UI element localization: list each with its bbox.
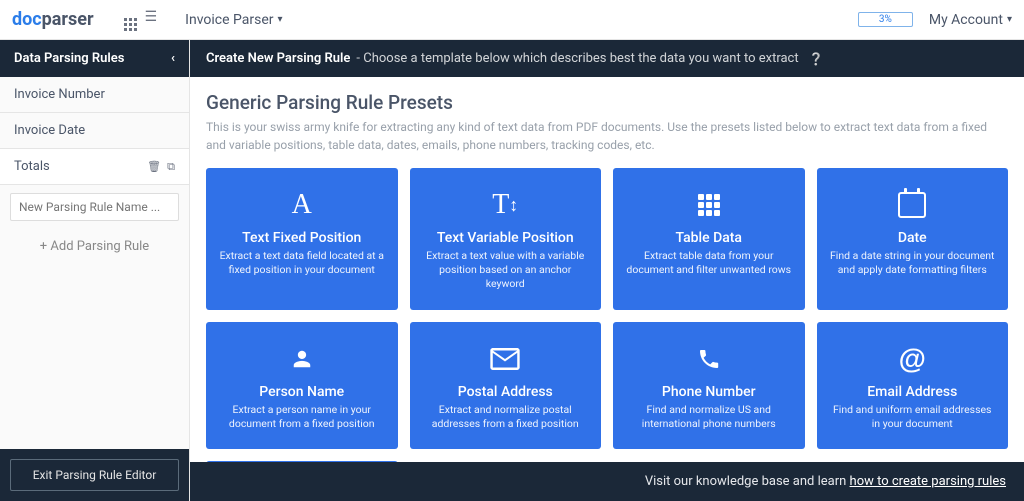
footer-text: Visit our knowledge base and learn <box>645 474 850 489</box>
logo-doc-part: doc <box>12 9 42 30</box>
preset-postal[interactable]: Postal Address Extract and normalize pos… <box>410 322 602 449</box>
help-icon[interactable]: ❔ <box>809 52 824 66</box>
content: Generic Parsing Rule Presets This is you… <box>190 77 1024 462</box>
grid-icon <box>698 188 720 222</box>
logo-parser-part: parser <box>42 9 94 30</box>
card-title: Postal Address <box>458 384 553 400</box>
chevron-left-icon: ‹ <box>171 51 175 66</box>
subheader-desc: - Choose a template below which describe… <box>356 51 798 66</box>
logo[interactable]: docparser <box>12 9 94 30</box>
footer: Visit our knowledge base and learn how t… <box>190 462 1024 501</box>
card-desc: Extract table data from your document an… <box>625 249 793 277</box>
section-title: Generic Parsing Rule Presets <box>206 91 1008 114</box>
letter-a-icon: A <box>292 188 312 222</box>
card-desc: Find a date string in your document and … <box>829 249 997 277</box>
parser-dropdown[interactable]: Invoice Parser ▾ <box>185 12 282 28</box>
card-desc: Extract a person name in your document f… <box>218 403 386 431</box>
list-view-icon[interactable]: ☰ <box>145 9 158 31</box>
new-rule-input[interactable] <box>10 193 179 221</box>
parser-name: Invoice Parser <box>185 12 273 28</box>
page-body: Data Parsing Rules ‹ Invoice Number Invo… <box>0 40 1024 501</box>
topbar-right: 3% My Account ▾ <box>858 12 1012 28</box>
card-title: Date <box>898 230 927 246</box>
phone-icon <box>697 342 721 376</box>
at-sign-icon: @ <box>899 342 926 376</box>
topbar: docparser ☰ Invoice Parser ▾ 3% My Accou… <box>0 0 1024 40</box>
sidebar-item-label: Totals <box>14 159 50 174</box>
card-title: Phone Number <box>662 384 756 400</box>
preset-email[interactable]: @ Email Address Find and uniform email a… <box>817 322 1009 449</box>
card-title: Text Variable Position <box>437 230 574 246</box>
preset-text-fixed[interactable]: A Text Fixed Position Extract a text dat… <box>206 168 398 310</box>
section-desc: This is your swiss army knife for extrac… <box>206 118 1006 154</box>
sidebar-rule-item[interactable]: Invoice Date <box>0 113 189 149</box>
delete-icon[interactable]: 🗑 <box>147 160 161 174</box>
card-title: Person Name <box>259 384 344 400</box>
sidebar-header[interactable]: Data Parsing Rules ‹ <box>0 40 189 77</box>
card-desc: Extract and normalize postal addresses f… <box>422 403 590 431</box>
preset-table[interactable]: Table Data Extract table data from your … <box>613 168 805 310</box>
card-desc: Extract a text data field located at a f… <box>218 249 386 277</box>
card-title: Table Data <box>676 230 742 246</box>
subheader-title: Create New Parsing Rule <box>206 51 350 66</box>
envelope-icon <box>490 342 520 376</box>
card-desc: Extract a text value with a variable pos… <box>422 249 590 292</box>
sidebar: Data Parsing Rules ‹ Invoice Number Invo… <box>0 40 190 501</box>
card-title: Email Address <box>867 384 957 400</box>
new-rule-input-wrap <box>0 185 189 229</box>
preset-grid: A Text Fixed Position Extract a text dat… <box>206 168 1008 462</box>
sidebar-item-label: Invoice Number <box>14 87 105 102</box>
sidebar-rule-item-active[interactable]: Totals 🗑 ⧉ <box>0 149 189 185</box>
view-toggle: ☰ <box>124 9 158 31</box>
duplicate-icon[interactable]: ⧉ <box>167 160 175 174</box>
sidebar-footer: Exit Parsing Rule Editor <box>0 449 189 501</box>
caret-down-icon: ▾ <box>278 14 283 25</box>
setup-progress-badge[interactable]: 3% <box>858 12 913 27</box>
person-icon <box>291 342 313 376</box>
account-dropdown[interactable]: My Account ▾ <box>929 12 1012 28</box>
preset-date[interactable]: Date Find a date string in your document… <box>817 168 1009 310</box>
main: Create New Parsing Rule - Choose a templ… <box>190 40 1024 501</box>
sidebar-item-label: Invoice Date <box>14 123 85 138</box>
card-title: Text Fixed Position <box>242 230 361 246</box>
exit-editor-button[interactable]: Exit Parsing Rule Editor <box>10 459 179 491</box>
card-desc: Find and normalize US and international … <box>625 403 793 431</box>
sidebar-rule-item[interactable]: Invoice Number <box>0 77 189 113</box>
subheader: Create New Parsing Rule - Choose a templ… <box>190 40 1024 77</box>
account-label: My Account <box>929 12 1003 28</box>
calendar-icon <box>898 188 926 222</box>
preset-phone[interactable]: Phone Number Find and normalize US and i… <box>613 322 805 449</box>
add-rule-button[interactable]: + Add Parsing Rule <box>0 229 189 264</box>
letter-t-arrows-icon: T↕ <box>492 188 518 222</box>
footer-link[interactable]: how to create parsing rules <box>850 474 1006 489</box>
preset-person[interactable]: Person Name Extract a person name in you… <box>206 322 398 449</box>
card-desc: Find and uniform email addresses in your… <box>829 403 997 431</box>
preset-text-variable[interactable]: T↕ Text Variable Position Extract a text… <box>410 168 602 310</box>
caret-down-icon: ▾ <box>1007 14 1012 25</box>
grid-view-icon[interactable] <box>124 9 137 31</box>
sidebar-title: Data Parsing Rules <box>14 51 124 66</box>
